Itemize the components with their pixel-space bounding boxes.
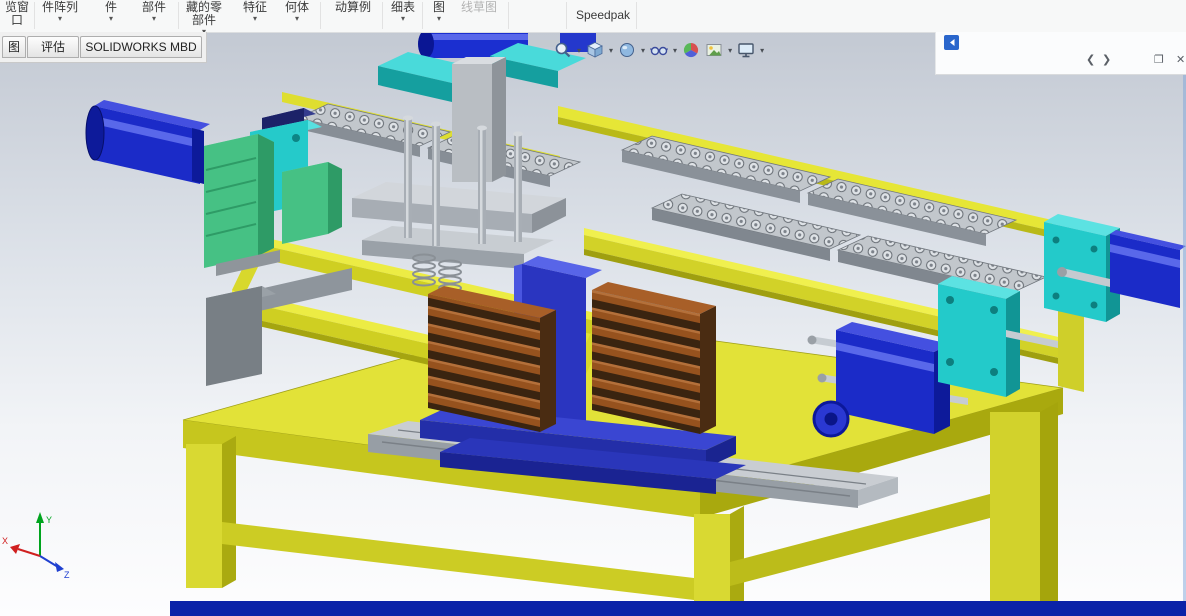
command-manager-tabs: 图 评估 SOLIDWORKS MBD (0, 32, 207, 63)
dropdown-arrow-icon[interactable]: ▾ (386, 15, 420, 23)
orientation-triad: Y X Z (2, 512, 70, 580)
nav-left-icon[interactable]: ❮ (1086, 53, 1095, 67)
ribbon-separator (382, 2, 383, 29)
ribbon-item-bom[interactable]: 细表 ▾ (386, 1, 420, 23)
dropdown-arrow-icon[interactable]: ▾ (609, 46, 613, 55)
right-end-station[interactable] (1044, 214, 1186, 392)
ribbon-item-drawing[interactable]: 图 ▾ (426, 1, 452, 23)
ribbon-item-hidden-components[interactable]: 藏的零部件 ▾ (184, 1, 224, 36)
edit-appearance-button[interactable] (681, 40, 701, 60)
ribbon-item-speedpak[interactable]: Speedpak (574, 9, 632, 22)
dropdown-arrow-icon[interactable]: ▾ (760, 46, 764, 55)
zoom-fit-button[interactable] (553, 40, 573, 60)
dropdown-arrow-icon[interactable]: ▾ (728, 46, 732, 55)
view-settings-button[interactable] (736, 40, 756, 60)
ribbon-separator (34, 2, 35, 29)
graphics-area[interactable]: Y X Z ▾ ▾ ▾ ▾ ▾ ▾ (0, 32, 1186, 616)
ribbon-item-component[interactable]: 件 ▾ (96, 1, 126, 23)
triad-z-label: Z (64, 570, 70, 580)
triad-y-label: Y (46, 515, 52, 525)
apply-scene-button[interactable] (704, 40, 724, 60)
view-orientation-button[interactable] (585, 40, 605, 60)
ribbon-separator (508, 2, 509, 29)
taskbar[interactable] (170, 601, 1186, 616)
top-right-panel: ❮ ❯ ❐ ✕ (935, 32, 1186, 75)
ribbon-separator (636, 2, 637, 29)
ribbon-item-reference-geometry[interactable]: 何体 ▾ (280, 1, 314, 23)
comb-stack-right[interactable] (592, 282, 716, 434)
ribbon-item-sketch-line[interactable]: 线草图 (454, 1, 504, 14)
dropdown-arrow-icon[interactable]: ▾ (96, 15, 126, 23)
hide-show-items-button[interactable] (649, 40, 669, 60)
dropdown-arrow-icon[interactable]: ▾ (38, 15, 82, 23)
ribbon-separator (178, 2, 179, 29)
dropdown-arrow-icon[interactable]: ▾ (577, 46, 581, 55)
heads-up-view-toolbar: ▾ ▾ ▾ ▾ ▾ ▾ (553, 40, 765, 60)
tab-layout[interactable]: 图 (2, 36, 26, 58)
tab-solidworks-mbd[interactable]: SOLIDWORKS MBD (80, 36, 202, 58)
assembly-model[interactable]: Y X Z (0, 32, 1186, 616)
dropdown-arrow-icon[interactable]: ▾ (134, 15, 174, 23)
restore-window-icon[interactable]: ❐ (1154, 53, 1164, 67)
close-window-icon[interactable]: ✕ (1176, 53, 1185, 67)
nav-right-icon[interactable]: ❯ (1102, 53, 1111, 67)
dropdown-arrow-icon[interactable]: ▾ (426, 15, 452, 23)
ribbon-item-browse-window[interactable]: 览窗口 (2, 1, 32, 27)
tab-evaluate[interactable]: 评估 (27, 36, 79, 58)
dropdown-arrow-icon[interactable]: ▾ (238, 15, 272, 23)
ribbon-separator (320, 2, 321, 29)
dropdown-arrow-icon[interactable]: ▾ (673, 46, 677, 55)
dropdown-arrow-icon[interactable]: ▾ (641, 46, 645, 55)
ribbon-item-assembly-features[interactable]: 特征 ▾ (238, 1, 272, 23)
ribbon-separator (422, 2, 423, 29)
comb-stack-left[interactable] (428, 286, 556, 432)
command-manager-ribbon: 览窗口 件阵列 ▾ 件 ▾ 部件 ▾ 藏的零部件 ▾ 特征 ▾ 何体 ▾ 动算例… (0, 0, 1186, 33)
ribbon-item-component-pattern[interactable]: 件阵列 ▾ (38, 1, 82, 23)
ribbon-separator (566, 2, 567, 29)
triad-x-label: X (2, 536, 8, 546)
ribbon-item-fasteners[interactable]: 部件 ▾ (134, 1, 174, 23)
dropdown-arrow-icon[interactable]: ▾ (280, 15, 314, 23)
ribbon-item-motion-study[interactable]: 动算例 (326, 1, 380, 14)
task-pane-toggle-icon[interactable] (944, 35, 960, 56)
display-style-button[interactable] (617, 40, 637, 60)
